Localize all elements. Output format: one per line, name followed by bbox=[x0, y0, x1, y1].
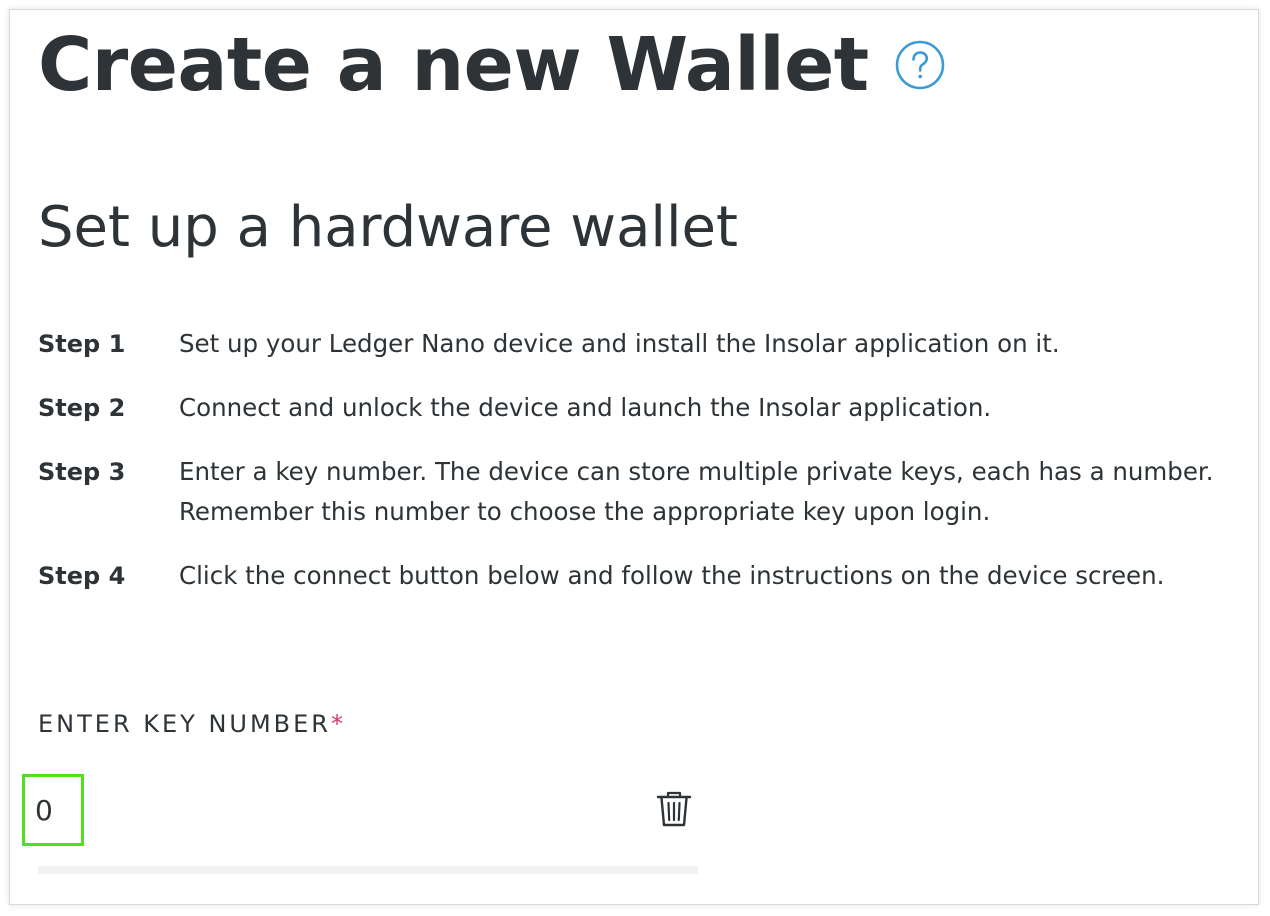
step-text: Click the connect button below and follo… bbox=[179, 561, 1165, 590]
step-label: Step 4 bbox=[38, 562, 126, 590]
list-item: Step 3 Enter a key number. The device ca… bbox=[38, 452, 1248, 532]
input-underline bbox=[38, 866, 698, 874]
key-number-input[interactable] bbox=[35, 793, 79, 827]
step-text: Set up your Ledger Nano device and insta… bbox=[179, 329, 1060, 358]
steps-list: Step 1 Set up your Ledger Nano device an… bbox=[38, 324, 1248, 620]
key-number-input-highlight bbox=[22, 774, 84, 846]
list-item: Step 4 Click the connect button below an… bbox=[38, 556, 1248, 596]
trash-icon[interactable] bbox=[656, 790, 692, 828]
wallet-setup-panel: Create a new Wallet Set up a hardware wa… bbox=[9, 9, 1259, 905]
list-item: Step 2 Connect and unlock the device and… bbox=[38, 388, 1248, 428]
step-label: Step 2 bbox=[38, 394, 126, 422]
title-row: Create a new Wallet bbox=[38, 28, 945, 102]
step-label: Step 1 bbox=[38, 330, 126, 358]
required-marker: * bbox=[330, 710, 343, 738]
page-title: Create a new Wallet bbox=[38, 22, 869, 108]
step-label: Step 3 bbox=[38, 458, 126, 486]
list-item: Step 1 Set up your Ledger Nano device an… bbox=[38, 324, 1248, 364]
key-number-label: ENTER KEY NUMBER* bbox=[38, 710, 343, 738]
question-circle-icon[interactable] bbox=[895, 40, 945, 90]
key-number-label-text: ENTER KEY NUMBER bbox=[38, 710, 331, 738]
section-title: Set up a hardware wallet bbox=[38, 195, 738, 260]
step-text: Connect and unlock the device and launch… bbox=[179, 393, 992, 422]
step-text: Enter a key number. The device can store… bbox=[179, 457, 1214, 526]
